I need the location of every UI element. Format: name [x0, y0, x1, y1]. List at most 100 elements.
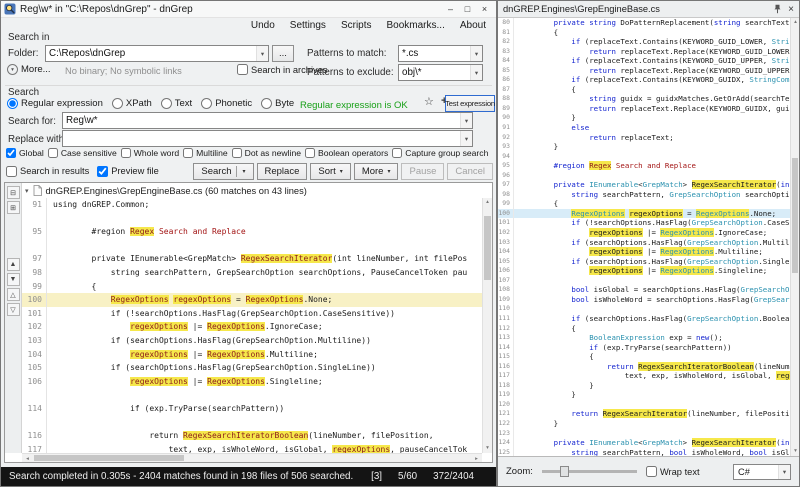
- search-for-combobox[interactable]: ▾: [62, 112, 473, 129]
- previous-file-button[interactable]: ▲: [6, 258, 20, 271]
- mode-phonetic[interactable]: Phonetic: [201, 98, 252, 109]
- scrollbar-thumb[interactable]: [792, 158, 798, 273]
- menu-item-undo[interactable]: Undo: [251, 20, 275, 31]
- replace-button[interactable]: Replace: [256, 162, 308, 180]
- results-vertical-scrollbar[interactable]: ▴ ▾: [482, 198, 492, 453]
- patterns-exclude-input[interactable]: [399, 67, 470, 78]
- preview-line[interactable]: 81 {: [498, 27, 790, 38]
- menu-item-scripts[interactable]: Scripts: [341, 20, 372, 31]
- preview-line[interactable]: 92 return replaceText;: [498, 132, 790, 143]
- scrollbar-thumb[interactable]: [34, 455, 184, 461]
- chevron-down-icon[interactable]: ▾: [470, 46, 482, 61]
- result-line[interactable]: 97 private IEnumerable<GrepMatch> RegexS…: [22, 252, 482, 266]
- folder-combobox[interactable]: ▾: [45, 45, 269, 62]
- checkbox[interactable]: [645, 466, 657, 477]
- result-line[interactable]: 91 using dnGREP.Common;: [22, 198, 482, 212]
- preview-line[interactable]: 96: [498, 170, 790, 181]
- preview-line[interactable]: 116 return RegexSearchIteratorBoolean(li…: [498, 361, 790, 372]
- checkbox[interactable]: [183, 148, 194, 158]
- preview-line[interactable]: 112 {: [498, 323, 790, 334]
- preview-line[interactable]: 117 text, exp, isWholeWord, isGlobal, re…: [498, 371, 790, 381]
- pin-icon[interactable]: [773, 4, 782, 14]
- preview-line[interactable]: 87 {: [498, 84, 790, 95]
- menu-item-settings[interactable]: Settings: [290, 20, 326, 31]
- result-line[interactable]: 116 return RegexSearchIteratorBoolean(li…: [22, 429, 482, 443]
- chevron-down-icon[interactable]: ▾: [460, 113, 472, 128]
- wrap-text-checkbox[interactable]: Wrap text: [645, 466, 700, 477]
- folder-input[interactable]: [46, 48, 256, 59]
- checkbox[interactable]: [97, 165, 109, 177]
- result-line[interactable]: 98 string searchPattern, GrepSearchOptio…: [22, 265, 482, 280]
- mode-regular-expression[interactable]: Regular expression: [7, 98, 103, 109]
- scroll-down-icon[interactable]: ▾: [483, 444, 492, 453]
- replace-with-combobox[interactable]: ▾: [62, 130, 473, 147]
- preview-line[interactable]: 110: [498, 304, 790, 314]
- radio[interactable]: [7, 98, 18, 109]
- preview-line[interactable]: 109 bool isWholeWord = searchOptions.Has…: [498, 294, 790, 305]
- expand-all-button[interactable]: ⊞: [6, 201, 20, 214]
- preview-line[interactable]: 84 if (replaceText.Contains(KEYWORD_GUID…: [498, 56, 790, 66]
- radio[interactable]: [201, 98, 213, 109]
- search-for-input[interactable]: [63, 115, 460, 126]
- chevron-down-icon[interactable]: ▾: [256, 46, 268, 61]
- option-case-sensitive[interactable]: Case sensitive: [47, 148, 117, 158]
- checkbox[interactable]: [6, 148, 16, 158]
- result-line[interactable]: 100 RegexOptions regexOptions = RegexOpt…: [22, 293, 482, 307]
- preview-line[interactable]: 108 bool isGlobal = searchOptions.HasFla…: [498, 285, 790, 295]
- result-line[interactable]: 117 text, exp, isWholeWord, isGlobal, re…: [22, 442, 482, 453]
- patterns-exclude-combobox[interactable]: ▾: [398, 64, 483, 81]
- bookmark-star-icon[interactable]: ☆: [424, 95, 434, 108]
- preview-line[interactable]: 85 return replaceText.Replace(KEYWORD_GU…: [498, 65, 790, 76]
- result-line[interactable]: 114 if (exp.TryParse(searchPattern)): [22, 401, 482, 416]
- checkbox[interactable]: [305, 148, 316, 158]
- preview-line[interactable]: 124 private IEnumerable<GrepMatch> Regex…: [498, 438, 790, 448]
- preview-line[interactable]: 83 return replaceText.Replace(KEYWORD_GU…: [498, 46, 790, 57]
- option-global[interactable]: Global: [6, 148, 44, 158]
- result-line[interactable]: 101 if (!searchOptions.HasFlag(GrepSearc…: [22, 306, 482, 321]
- preview-line[interactable]: 106 regexOptions |= RegexOptions.Singlel…: [498, 266, 790, 276]
- preview-line[interactable]: 95 #region Regex Search and Replace: [498, 161, 790, 171]
- option-capture-group-search[interactable]: Capture group search: [392, 148, 488, 158]
- preview-line[interactable]: 123: [498, 428, 790, 439]
- result-line[interactable]: 105 if (searchOptions.HasFlag(GrepSearch…: [22, 361, 482, 375]
- result-line[interactable]: 103 if (searchOptions.HasFlag(GrepSearch…: [22, 333, 482, 348]
- more-button[interactable]: More ▾: [353, 162, 399, 180]
- expander-icon[interactable]: ▾: [25, 187, 29, 195]
- preview-line[interactable]: 94: [498, 151, 790, 162]
- zoom-slider-thumb[interactable]: [559, 466, 569, 477]
- preview-line[interactable]: 113 BooleanExpression exp = new();: [498, 333, 790, 343]
- results-horizontal-scrollbar[interactable]: ◂ ▸: [22, 453, 482, 462]
- radio[interactable]: [111, 98, 123, 109]
- preview-line[interactable]: 104 regexOptions |= RegexOptions.Multili…: [498, 247, 790, 257]
- preview-line[interactable]: 86 if (replaceText.Contains(KEYWORD_GUID…: [498, 75, 790, 85]
- next-file-button[interactable]: ▼: [6, 273, 20, 286]
- option-boolean-operators[interactable]: Boolean operators: [305, 148, 388, 158]
- checkbox[interactable]: [47, 148, 58, 158]
- result-line[interactable]: 99 {: [22, 279, 482, 294]
- preview-line[interactable]: 100 RegexOptions regexOptions = RegexOpt…: [498, 208, 790, 219]
- sort-button[interactable]: Sort ▾: [310, 162, 351, 180]
- result-line[interactable]: [22, 415, 482, 430]
- maximize-button[interactable]: □: [459, 3, 476, 16]
- preview-line[interactable]: 89 return replaceText.Replace(KEYWORD_GU…: [498, 103, 790, 114]
- radio[interactable]: [261, 98, 273, 109]
- checkbox[interactable]: [392, 148, 403, 158]
- result-line[interactable]: 95 #region Regex Search and Replace: [22, 225, 482, 239]
- preview-line[interactable]: 107: [498, 275, 790, 286]
- option-preview-file[interactable]: Preview file: [97, 165, 159, 177]
- close-icon[interactable]: ×: [788, 4, 794, 15]
- preview-line[interactable]: 120: [498, 399, 790, 410]
- result-line[interactable]: 106 regexOptions |= RegexOptions.Singlel…: [22, 374, 482, 389]
- mode-xpath[interactable]: XPath: [111, 98, 152, 109]
- radio[interactable]: [160, 98, 172, 109]
- checkbox[interactable]: [6, 165, 17, 177]
- scroll-right-icon[interactable]: ▸: [472, 455, 481, 464]
- scroll-left-icon[interactable]: ◂: [23, 455, 32, 464]
- preview-line[interactable]: 105 if (searchOptions.HasFlag(GrepSearch…: [498, 256, 790, 267]
- preview-line[interactable]: 119 }: [498, 390, 790, 400]
- patterns-match-combobox[interactable]: ▾: [398, 45, 483, 62]
- preview-line[interactable]: 91 else: [498, 123, 790, 133]
- preview-line[interactable]: 99 {: [498, 199, 790, 209]
- browse-folder-button[interactable]: ...: [272, 45, 294, 62]
- preview-line[interactable]: 102 regexOptions |= RegexOptions.IgnoreC…: [498, 228, 790, 238]
